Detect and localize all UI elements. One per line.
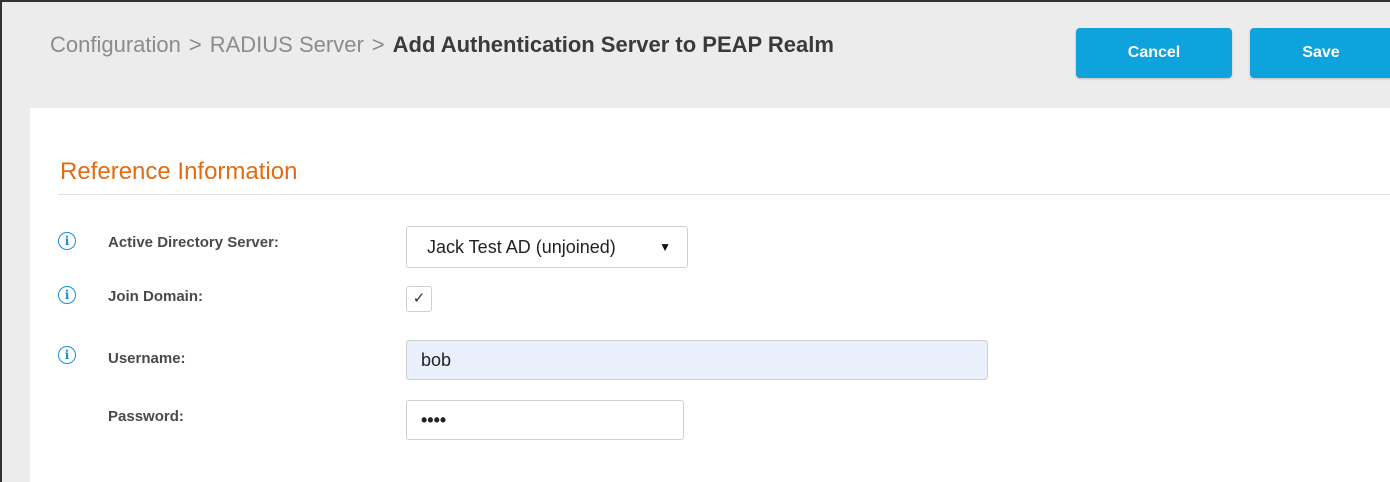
breadcrumb-item-radius-server[interactable]: RADIUS Server (210, 32, 364, 57)
breadcrumb-current: Add Authentication Server to PEAP Realm (392, 32, 834, 57)
section-divider (58, 194, 1390, 195)
info-icon[interactable]: i (58, 232, 76, 250)
password-input[interactable] (406, 400, 684, 440)
username-input[interactable] (406, 340, 988, 380)
save-button[interactable]: Save (1250, 28, 1390, 78)
join-domain-checkbox[interactable]: ✓ (406, 286, 432, 312)
join-domain-label: Join Domain: (108, 288, 204, 305)
username-label: Username: (108, 350, 186, 367)
info-icon[interactable]: i (58, 346, 76, 364)
section-title: Reference Information (60, 158, 298, 185)
ad-server-select[interactable]: Jack Test AD (unjoined) ▼ (406, 226, 688, 268)
ad-server-label: Active Directory Server: (108, 234, 279, 251)
form-panel: Reference Information i Active Directory… (30, 108, 1390, 482)
cancel-button[interactable]: Cancel (1076, 28, 1232, 78)
info-icon[interactable]: i (58, 286, 76, 304)
password-label: Password: (108, 408, 184, 425)
page-header: Configuration > RADIUS Server > Add Authenti… (2, 2, 1390, 102)
breadcrumb-separator: > (188, 32, 202, 57)
ad-server-value: Jack Test AD (unjoined) (427, 237, 616, 257)
breadcrumb-item-configuration[interactable]: Configuration (50, 32, 181, 57)
chevron-down-icon: ▼ (659, 240, 671, 254)
breadcrumb: Configuration > RADIUS Server > Add Authenti… (50, 32, 834, 58)
breadcrumb-separator: > (371, 32, 385, 57)
